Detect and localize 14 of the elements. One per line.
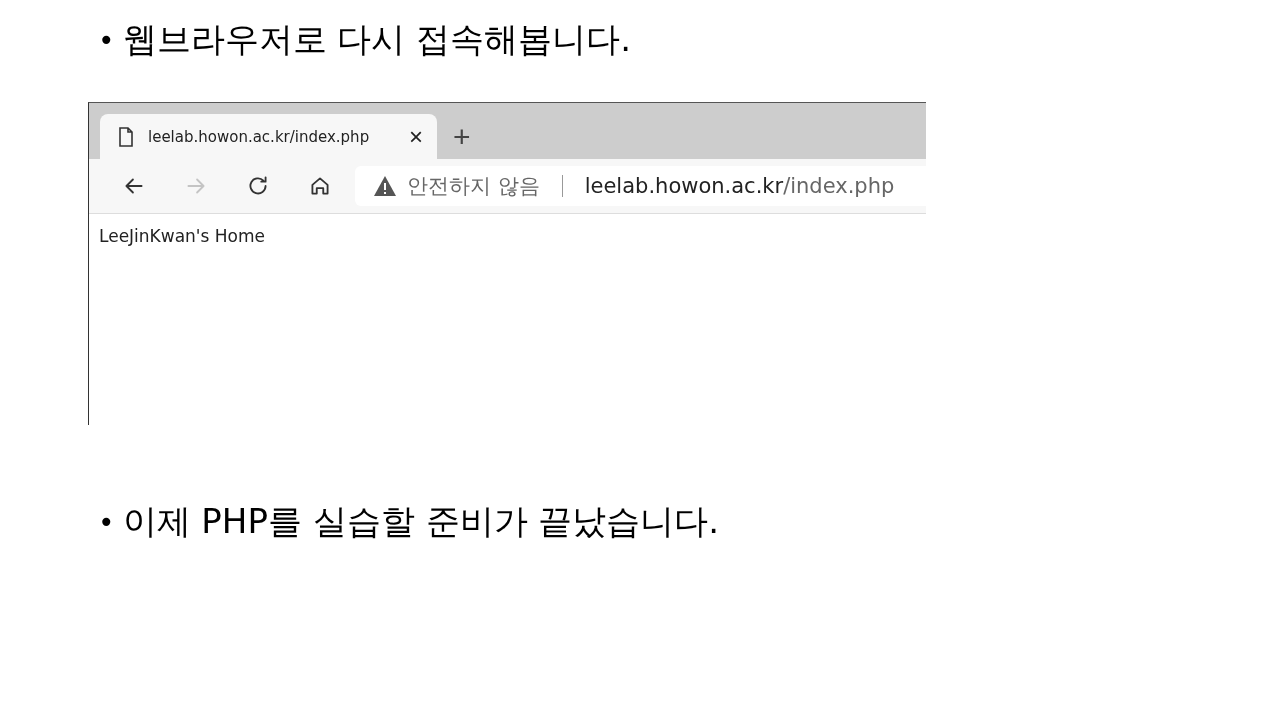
tab-title: leelab.howon.ac.kr/index.php (148, 127, 371, 146)
bullet-text: 웹브라우저로 다시 접속해봅니다. (122, 18, 631, 61)
page-text: LeeJinKwan's Home (99, 226, 265, 246)
bullet-mark: • (98, 23, 115, 57)
close-button[interactable]: × (409, 124, 423, 149)
security-label: 안전하지 않음 (407, 173, 540, 200)
warning-icon (373, 175, 397, 197)
page-icon (118, 126, 134, 147)
address-bar[interactable]: 안전하지 않음 leelab.howon.ac.kr/index.php (355, 166, 926, 206)
browser-tab[interactable]: leelab.howon.ac.kr/index.php × (100, 114, 437, 159)
bullet-text: 이제 PHP를 실습할 준비가 끝났습니다. (122, 500, 720, 543)
new-tab-button[interactable]: + (445, 114, 479, 159)
bullet-mark: • (98, 505, 115, 539)
url-text: leelab.howon.ac.kr/index.php (584, 174, 895, 198)
